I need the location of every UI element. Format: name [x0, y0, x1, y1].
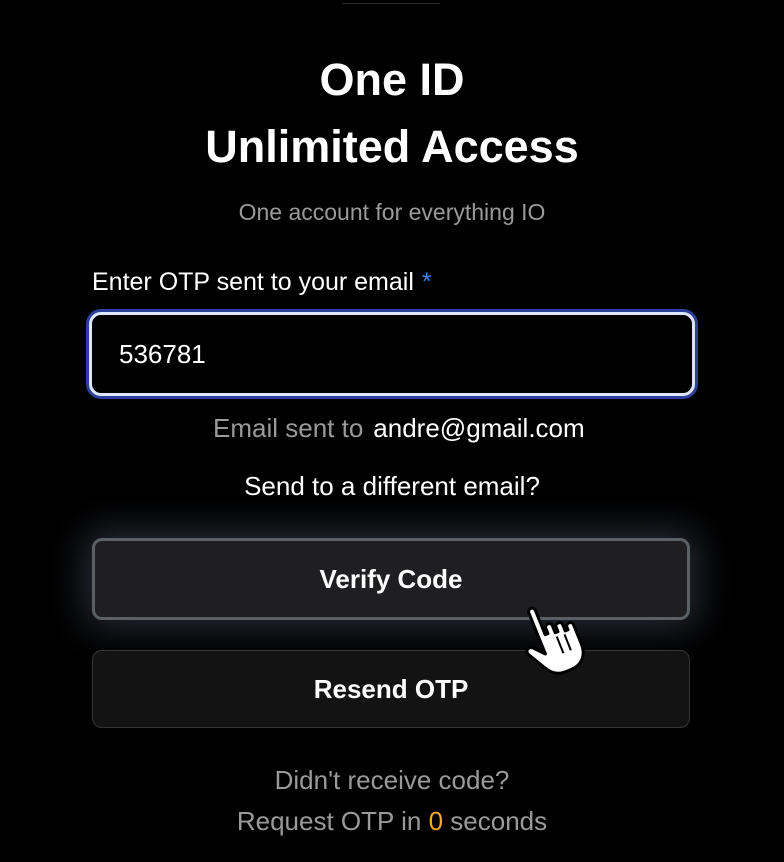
- hand-pointer-icon: [525, 606, 585, 675]
- request-otp-countdown-text: Request OTP in 0 seconds: [0, 806, 784, 837]
- top-divider: [342, 3, 440, 4]
- otp-field-label: Enter OTP sent to your email *: [92, 268, 432, 297]
- otp-label-text: Enter OTP sent to your email: [92, 268, 414, 296]
- verify-code-button[interactable]: Verify Code: [92, 538, 690, 620]
- countdown-prefix: Request OTP in: [236, 806, 422, 836]
- page-title-line-2: Unlimited Access: [205, 121, 579, 172]
- countdown-suffix: seconds: [450, 806, 548, 836]
- required-marker: *: [421, 268, 432, 296]
- page-subtitle: One account for everything IO: [238, 199, 546, 225]
- didnt-receive-code-text: Didn't receive code?: [274, 765, 510, 795]
- otp-input[interactable]: [89, 312, 695, 396]
- page-title-line-1: One ID: [319, 54, 465, 105]
- email-address: andre@gmail.com: [373, 413, 585, 443]
- email-sent-prefix: Email sent to: [213, 413, 364, 443]
- countdown-value: 0: [428, 806, 444, 836]
- resend-otp-button[interactable]: Resend OTP: [92, 650, 690, 728]
- email-sent-info: Email sent to andre@gmail.com: [213, 413, 585, 444]
- different-email-link[interactable]: Send to a different email?: [0, 471, 784, 502]
